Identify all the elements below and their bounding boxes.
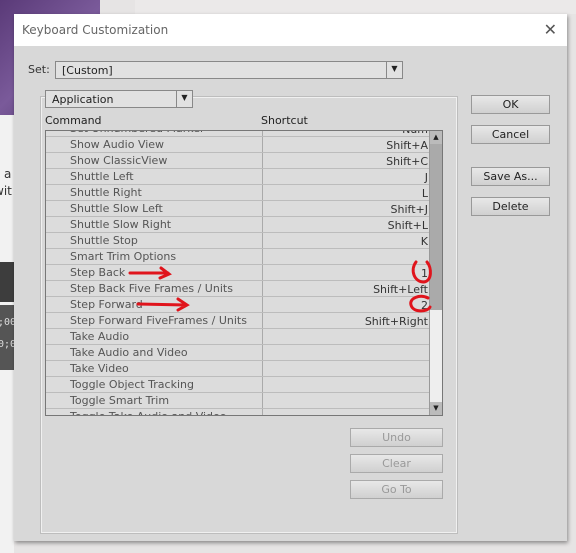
chevron-down-icon: ▼ xyxy=(386,62,402,78)
table-row[interactable]: Set Unnumbered Marker Num xyxy=(46,131,430,137)
command-column-header[interactable]: Command xyxy=(45,114,102,127)
background-timeline: ;00 0;0 xyxy=(0,305,16,370)
save-as-button[interactable]: Save As... xyxy=(471,167,550,186)
table-row[interactable]: Shuttle Slow Right Shift+L xyxy=(46,217,430,233)
table-row[interactable]: Take Audio and Video xyxy=(46,345,430,361)
command-cell: Take Audio xyxy=(70,330,130,343)
cancel-button[interactable]: Cancel xyxy=(471,125,550,144)
background-toolbar xyxy=(0,262,14,302)
shortcut-list[interactable]: Set Unnumbered MarkerNumShow Audio ViewS… xyxy=(45,130,443,416)
shortcut-cell[interactable]: J xyxy=(425,171,428,184)
table-row[interactable]: Show Audio View Shift+A xyxy=(46,137,430,153)
set-label: Set: xyxy=(28,63,50,76)
command-cell: Take Video xyxy=(70,362,129,375)
shortcut-cell[interactable]: Shift+J xyxy=(391,203,428,216)
command-cell: Step Forward xyxy=(70,298,143,311)
scrollbar-thumb[interactable] xyxy=(430,144,442,310)
command-cell: Toggle Object Tracking xyxy=(70,378,194,391)
category-dropdown[interactable]: Application ▼ xyxy=(45,90,193,108)
table-row[interactable]: Take Audio xyxy=(46,329,430,345)
command-cell: Step Forward FiveFrames / Units xyxy=(70,314,247,327)
clear-button[interactable]: Clear xyxy=(350,454,443,473)
background-text: wit xyxy=(0,184,12,198)
table-row[interactable]: Shuttle Left J xyxy=(46,169,430,185)
table-row[interactable]: Step Forward FiveFrames / Units Shift+Rig… xyxy=(46,313,430,329)
chevron-down-icon: ▼ xyxy=(176,91,192,107)
command-cell: Shuttle Slow Left xyxy=(70,202,163,215)
go-to-button[interactable]: Go To xyxy=(350,480,443,499)
background-panel xyxy=(135,0,576,14)
table-row[interactable]: Toggle Smart Trim xyxy=(46,393,430,409)
table-row[interactable]: Smart Trim Options xyxy=(46,249,430,265)
table-row[interactable]: Step Back Five Frames / Units Shift+Left xyxy=(46,281,430,297)
shortcut-cell[interactable]: 1 xyxy=(421,267,428,280)
shortcut-cell[interactable]: K xyxy=(421,235,428,248)
shortcut-cell[interactable]: Shift+A xyxy=(386,139,428,152)
shortcut-cell[interactable]: Shift+Left xyxy=(373,283,428,296)
set-value: [Custom] xyxy=(62,64,113,77)
table-row[interactable]: Step Back 1 xyxy=(46,265,430,281)
undo-button[interactable]: Undo xyxy=(350,428,443,447)
table-row[interactable]: Shuttle Right L xyxy=(46,185,430,201)
command-cell: Step Back Five Frames / Units xyxy=(70,282,233,295)
set-dropdown[interactable]: [Custom] ▼ xyxy=(55,61,403,79)
shortcut-cell[interactable]: Shift+Right xyxy=(365,315,428,328)
table-row[interactable]: Take Video xyxy=(46,361,430,377)
table-row[interactable]: Shuttle Slow Left Shift+J xyxy=(46,201,430,217)
ok-button[interactable]: OK xyxy=(471,95,550,114)
table-row[interactable]: Toggle Take Audio and Video xyxy=(46,409,430,415)
shortcut-cell[interactable]: L xyxy=(422,187,428,200)
command-cell: Set Unnumbered Marker xyxy=(70,131,205,135)
table-row[interactable]: Show ClassicView Shift+C xyxy=(46,153,430,169)
command-cell: Shuttle Left xyxy=(70,170,134,183)
background-text: a xyxy=(4,167,12,181)
command-cell: Shuttle Stop xyxy=(70,234,138,247)
table-row[interactable]: Shuttle Stop K xyxy=(46,233,430,249)
command-cell: Shuttle Slow Right xyxy=(70,218,172,231)
shortcut-cell[interactable]: Shift+L xyxy=(388,219,428,232)
command-cell: Show Audio View xyxy=(70,138,165,151)
title-bar[interactable]: Keyboard Customization ✕ xyxy=(14,14,567,46)
table-row[interactable]: Toggle Object Tracking xyxy=(46,377,430,393)
scroll-down-icon[interactable]: ▼ xyxy=(430,402,442,415)
close-icon[interactable]: ✕ xyxy=(544,20,557,39)
dialog-title: Keyboard Customization xyxy=(22,23,169,37)
command-cell: Shuttle Right xyxy=(70,186,142,199)
command-cell: Smart Trim Options xyxy=(70,250,177,263)
command-cell: Toggle Smart Trim xyxy=(70,394,170,407)
table-row[interactable]: Step Forward 2 xyxy=(46,297,430,313)
shortcut-cell[interactable]: Shift+C xyxy=(386,155,428,168)
command-cell: Take Audio and Video xyxy=(70,346,188,359)
command-cell: Show ClassicView xyxy=(70,154,168,167)
scroll-up-icon[interactable]: ▲ xyxy=(430,131,442,144)
delete-button[interactable]: Delete xyxy=(471,197,550,216)
shortcut-column-header[interactable]: Shortcut xyxy=(261,114,308,127)
shortcut-cell[interactable]: 2 xyxy=(421,299,428,312)
category-value: Application xyxy=(52,93,114,106)
command-cell: Toggle Take Audio and Video xyxy=(70,410,227,415)
keyboard-customization-dialog: Keyboard Customization ✕ Set: [Custom] ▼… xyxy=(14,14,567,541)
command-cell: Step Back xyxy=(70,266,126,279)
shortcut-cell[interactable]: Num xyxy=(402,131,428,136)
scrollbar[interactable]: ▲ ▼ xyxy=(429,131,442,415)
